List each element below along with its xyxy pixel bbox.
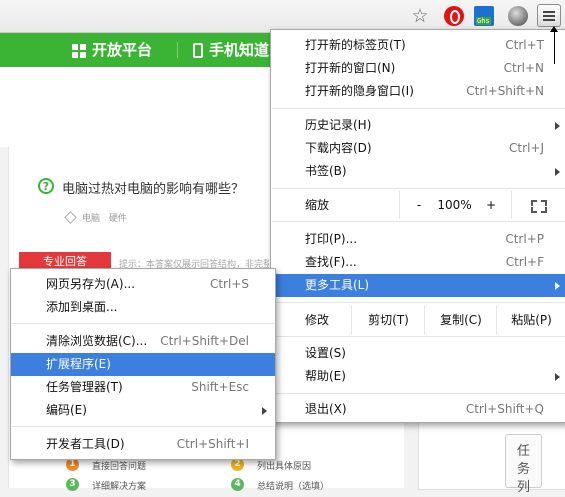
menu-edit-row: 修改 剪切(T) 复制(C) 粘贴(P): [271, 306, 565, 334]
nav-divider: [177, 42, 178, 58]
chrome-menu-button[interactable]: [537, 4, 561, 27]
submenu-arrow-icon: [555, 282, 560, 290]
opera-extension-icon[interactable]: [444, 6, 464, 26]
task-panel: [418, 422, 565, 490]
tag-link[interactable]: 硬件: [109, 214, 127, 224]
submenu-task-manager[interactable]: 任务管理器(T) Shift+Esc: [11, 376, 275, 399]
step-label-4: 总结说明（选填）: [257, 482, 330, 492]
menu-zoom-row: 缩放 - 100% +: [271, 191, 565, 219]
menu-bookmarks[interactable]: 书签(B): [271, 160, 565, 183]
menu-new-tab[interactable]: 打开新的标签页(T) Ctrl+T: [271, 34, 565, 57]
menu-separator: [272, 108, 565, 109]
menu-help[interactable]: 帮助(E): [271, 365, 565, 388]
fullscreen-button[interactable]: [511, 191, 565, 219]
sphere-extension-icon[interactable]: [508, 6, 528, 26]
mobile-zhidao-link[interactable]: 手机知道: [193, 33, 269, 67]
ghs-badge: Ghs: [476, 17, 491, 25]
menu-downloads[interactable]: 下载内容(D) Ctrl+J: [271, 137, 565, 160]
question-tags: 电脑 硬件: [66, 211, 127, 224]
submenu-clear-data[interactable]: 清除浏览数据(C)... Ctrl+Shift+Del: [11, 330, 275, 353]
copy-button[interactable]: 复制(C): [424, 306, 497, 334]
hamburger-icon: [543, 11, 555, 13]
menu-separator: [12, 426, 274, 427]
tag-link[interactable]: 电脑: [82, 214, 100, 224]
ghs-extension-icon[interactable]: Ghs: [474, 6, 494, 26]
submenu-encoding[interactable]: 编码(E): [11, 399, 275, 422]
menu-separator: [272, 188, 565, 189]
question-title[interactable]: 电脑过热对电脑的影响有哪些？: [62, 178, 244, 197]
submenu-extensions[interactable]: 扩展程序(E): [11, 353, 275, 376]
submenu-arrow-icon: [555, 373, 560, 381]
menu-separator: [272, 393, 565, 394]
open-platform-link[interactable]: 开放平台: [72, 33, 152, 67]
submenu-save-as[interactable]: 网页另存为(A)... Ctrl+S: [11, 273, 275, 296]
star-bookmark-icon[interactable]: ☆: [410, 6, 430, 26]
step-label-2: 列出具体原因: [257, 462, 312, 472]
mobile-zhidao-label: 手机知道: [209, 41, 270, 59]
task-button-label: 任务列: [516, 444, 530, 495]
phone-icon: [193, 43, 203, 58]
menu-separator: [12, 323, 274, 324]
zoom-label: 缩放: [305, 198, 330, 212]
step-number-3: 3: [66, 478, 79, 491]
edit-label: 修改: [305, 313, 330, 327]
menu-history[interactable]: 历史记录(H): [271, 114, 565, 137]
cut-button[interactable]: 剪切(T): [351, 306, 425, 334]
submenu-add-to-desktop[interactable]: 添加到桌面...: [11, 296, 275, 319]
step-label-1: 直接回答问题: [92, 462, 147, 472]
fullscreen-icon: [531, 200, 537, 206]
paste-button[interactable]: 粘贴(P): [496, 306, 565, 334]
step-label-3: 详细解决方案: [92, 482, 147, 492]
submenu-arrow-icon: [555, 168, 560, 176]
menu-new-incognito[interactable]: 打开新的隐身窗口(I) Ctrl+Shift+N: [271, 80, 565, 103]
cursor-shaft: [554, 28, 555, 64]
submenu-devtools[interactable]: 开发者工具(D) Ctrl+Shift+I: [11, 433, 275, 456]
menu-separator: [272, 221, 565, 222]
step-number-4: 4: [231, 478, 244, 491]
menu-print[interactable]: 打印(P)... Ctrl+P: [271, 228, 565, 251]
chrome-main-menu: 打开新的标签页(T) Ctrl+T 打开新的窗口(N) Ctrl+N 打开新的隐身窗…: [270, 29, 565, 423]
task-list-button[interactable]: 任务列: [505, 434, 542, 495]
open-platform-label: 开放平台: [92, 41, 153, 59]
zoom-in-button[interactable]: +: [472, 191, 510, 219]
submenu-arrow-icon: [555, 122, 560, 130]
menu-exit[interactable]: 退出(X) Ctrl+Shift+Q: [271, 398, 565, 421]
menu-separator: [272, 336, 565, 337]
grid-icon: [72, 43, 86, 58]
menu-find[interactable]: 查找(F)... Ctrl+F: [271, 251, 565, 274]
zoom-level: 100%: [437, 198, 472, 212]
menu-more-tools[interactable]: 更多工具(L): [271, 274, 565, 297]
zoom-out-button[interactable]: -: [399, 191, 438, 219]
submenu-arrow-icon: [262, 407, 267, 415]
question-mark-icon: ?: [38, 178, 54, 194]
menu-separator: [272, 302, 565, 303]
more-tools-submenu: 网页另存为(A)... Ctrl+S 添加到桌面... 清除浏览数据(C)... C…: [10, 268, 276, 460]
menu-settings[interactable]: 设置(S): [271, 342, 565, 365]
menu-new-window[interactable]: 打开新的窗口(N) Ctrl+N: [271, 57, 565, 80]
